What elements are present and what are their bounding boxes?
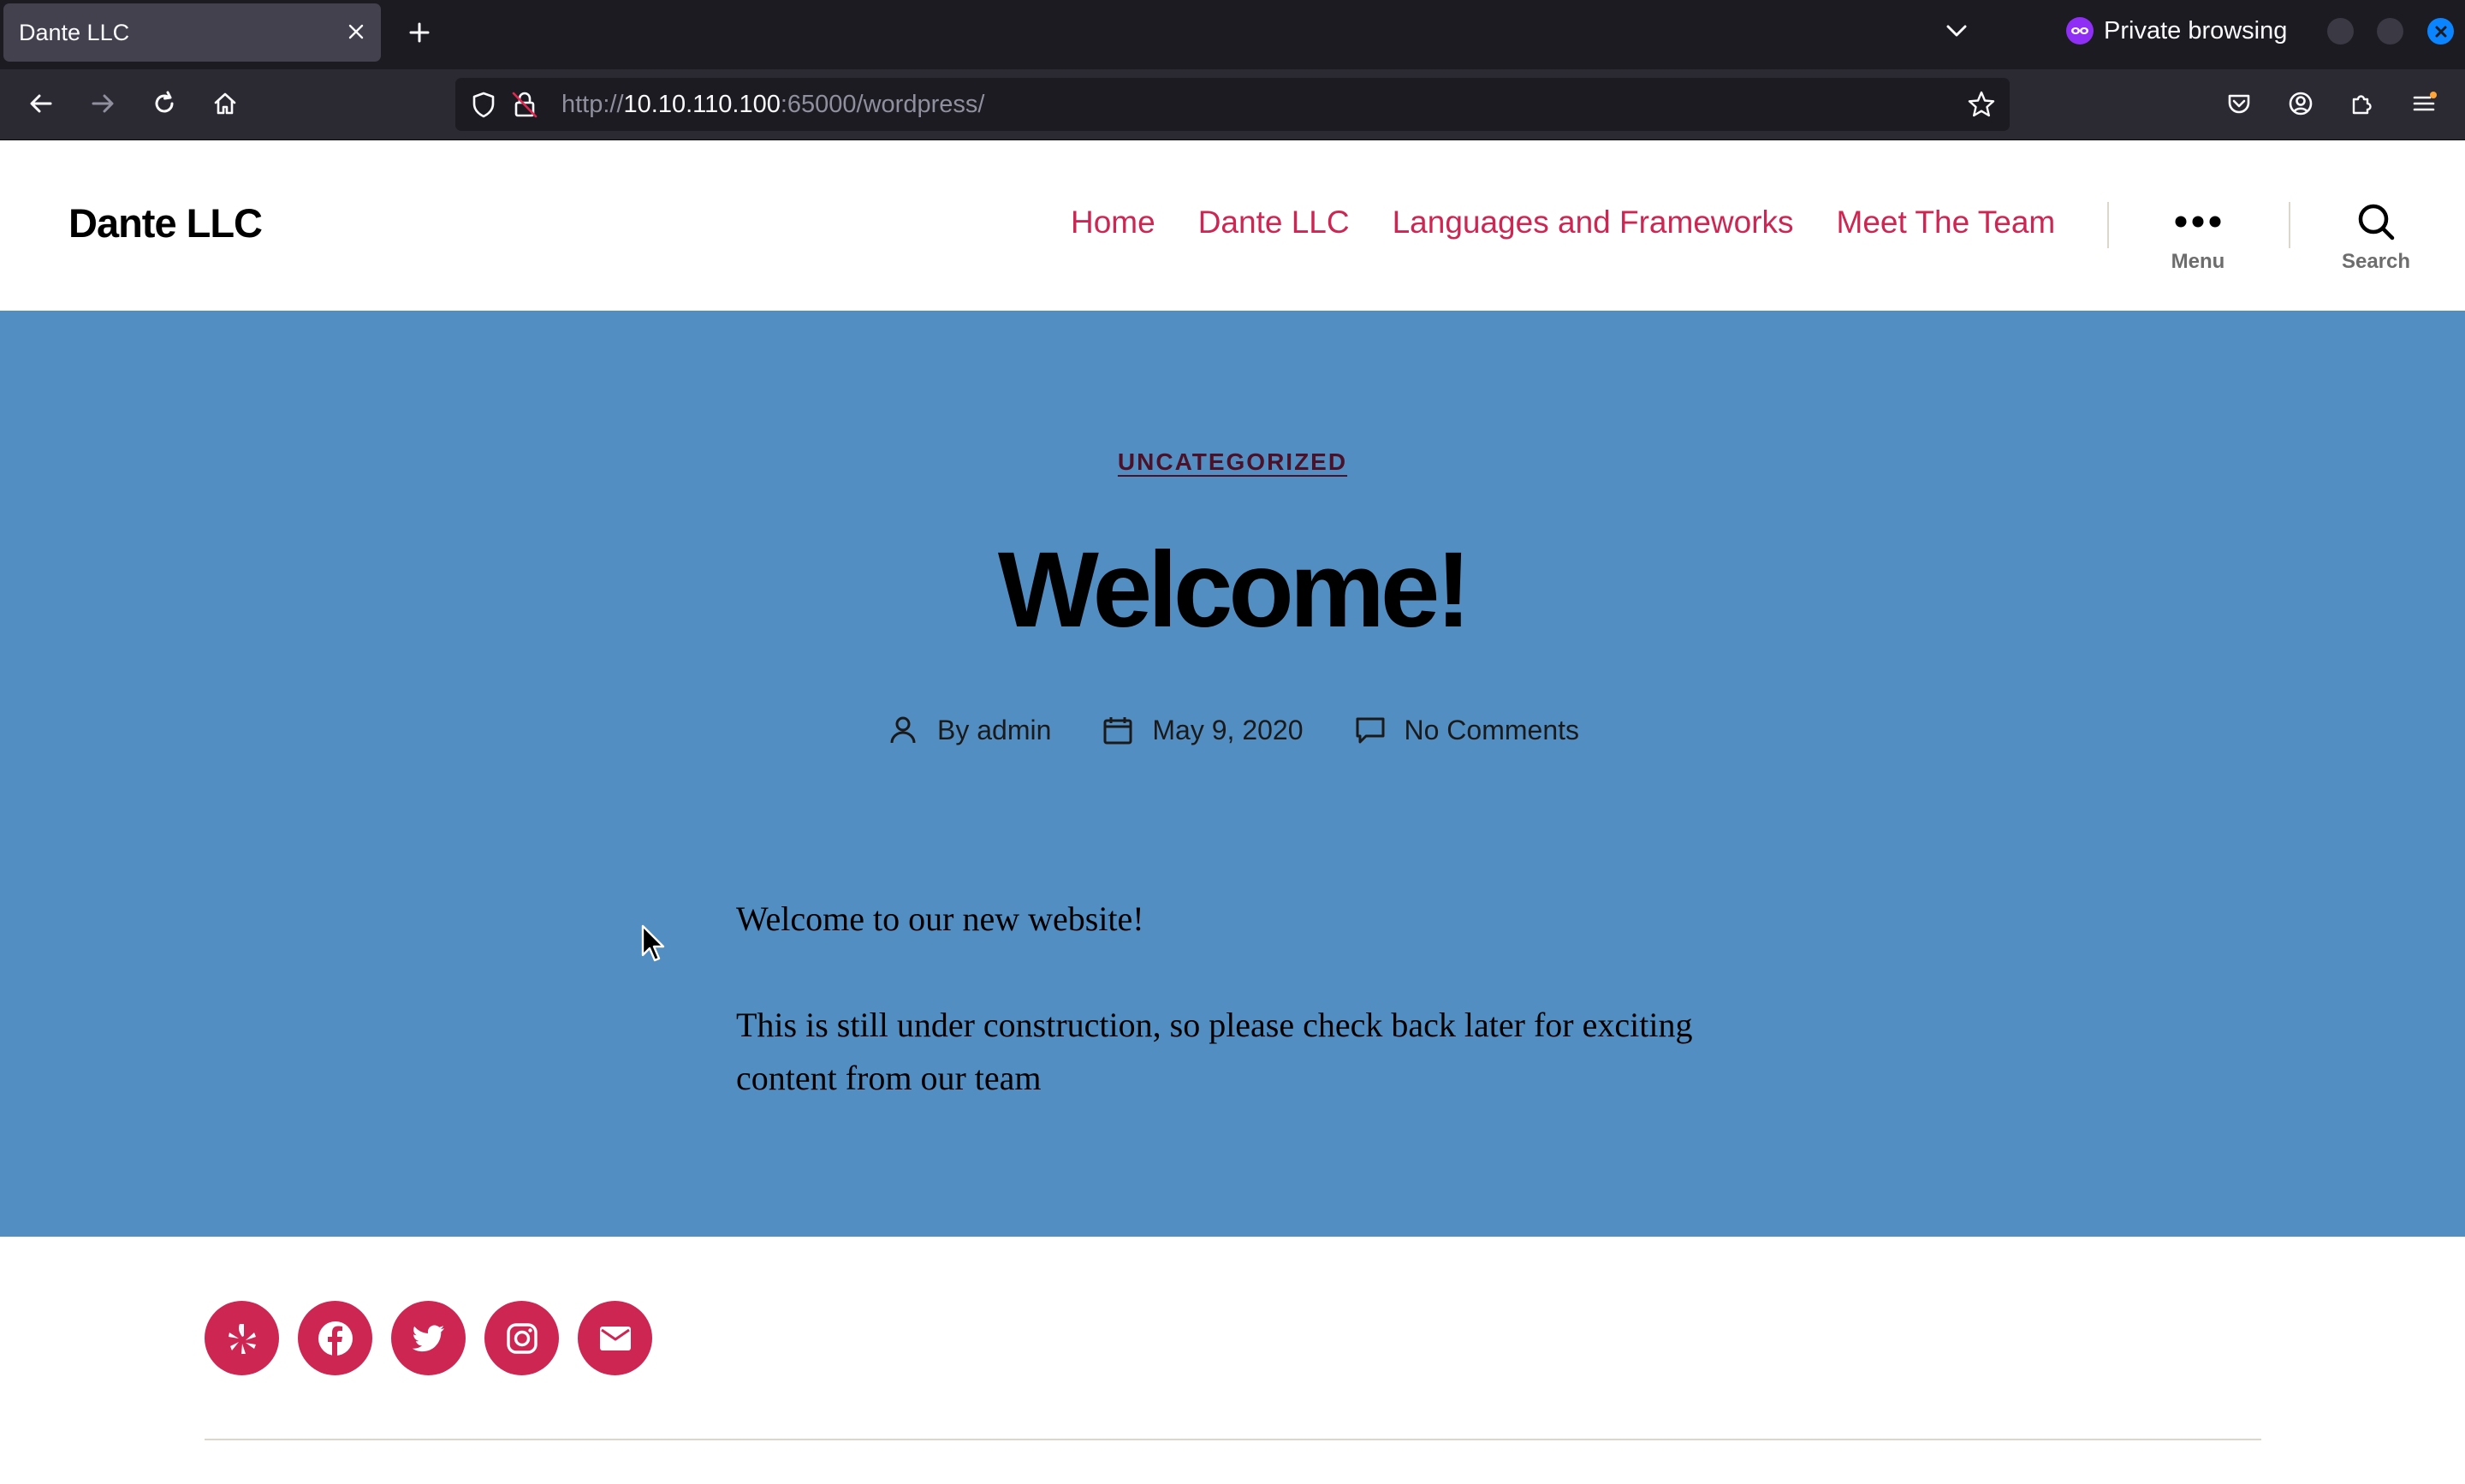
url-path: :65000/wordpress/ — [780, 91, 985, 118]
tracking-protection-shield-icon[interactable] — [467, 88, 500, 121]
ellipsis-icon — [2172, 199, 2224, 245]
browser-tab[interactable]: Dante LLC — [3, 3, 381, 62]
post-comments: No Comments — [1353, 713, 1580, 747]
private-browsing-label: Private browsing — [2104, 16, 2288, 45]
calendar-icon — [1101, 713, 1135, 747]
nav-link-home[interactable]: Home — [1071, 205, 1155, 240]
nav-link-dante-llc[interactable]: Dante LLC — [1198, 205, 1350, 240]
post-meta: By admin May 9, 2020 No Comments — [0, 713, 2465, 747]
chevron-down-icon[interactable] — [1941, 15, 1972, 46]
search-icon — [2350, 199, 2402, 245]
post-paragraph: This is still under construction, so ple… — [736, 1006, 1693, 1097]
url-scheme: http:// — [561, 91, 624, 118]
browser-toolbar: http://10.10.110.100:65000/wordpress/ — [0, 69, 2465, 140]
facebook-icon[interactable] — [298, 1301, 372, 1375]
new-tab-icon[interactable] — [402, 15, 437, 50]
comments-link[interactable]: No Comments — [1405, 715, 1580, 746]
post-paragraph: Welcome to our new website! — [736, 899, 1144, 938]
site-header: Dante LLC Home Dante LLC Languages and F… — [0, 140, 2465, 311]
close-icon — [2435, 26, 2446, 37]
browser-tab-bar: Dante LLC Private browsing — [0, 0, 2465, 69]
pocket-icon[interactable] — [2222, 86, 2256, 121]
private-mask-icon — [2066, 17, 2094, 45]
site-title-link[interactable]: Dante LLC — [68, 199, 263, 246]
comment-bubble-icon — [1353, 713, 1387, 747]
account-icon[interactable] — [2284, 86, 2318, 121]
mouse-cursor-icon — [641, 924, 665, 962]
search-label: Search — [2341, 250, 2411, 273]
web-page: Dante LLC Home Dante LLC Languages and F… — [0, 140, 2465, 1484]
extensions-puzzle-icon[interactable] — [2345, 86, 2379, 121]
yelp-icon[interactable] — [205, 1301, 279, 1375]
close-window-button[interactable] — [2427, 18, 2454, 45]
minimize-window-button[interactable] — [2327, 18, 2354, 45]
post-date: May 9, 2020 — [1101, 713, 1304, 747]
tab-title: Dante LLC — [19, 20, 130, 45]
author-link[interactable]: By admin — [937, 715, 1051, 746]
menu-label: Menu — [2171, 250, 2225, 273]
url-host: 10.10.110.100 — [623, 91, 781, 118]
post-author: By admin — [886, 713, 1051, 747]
back-arrow-icon[interactable] — [24, 86, 58, 121]
search-toggle-button[interactable]: Search — [2325, 199, 2427, 293]
post-title: Welcome! — [997, 531, 1471, 650]
reload-icon[interactable] — [147, 86, 181, 121]
post-header: UNCATEGORIZED Welcome! By admin May 9, 2… — [0, 311, 2465, 1237]
menu-toggle-button[interactable]: Menu — [2147, 199, 2249, 293]
header-divider — [2289, 202, 2290, 248]
url-bar[interactable]: http://10.10.110.100:65000/wordpress/ — [455, 78, 2010, 131]
primary-nav: Home Dante LLC Languages and Frameworks … — [1071, 205, 2055, 240]
bookmark-star-icon[interactable] — [1965, 88, 1998, 121]
nav-link-meet-the-team[interactable]: Meet The Team — [1837, 205, 2056, 240]
app-menu-icon[interactable] — [2407, 86, 2441, 121]
footer-divider — [205, 1439, 2261, 1440]
date-link[interactable]: May 9, 2020 — [1152, 715, 1303, 746]
header-divider — [2107, 202, 2109, 248]
url-text[interactable]: http://10.10.110.100:65000/wordpress/ — [561, 90, 984, 119]
category-link[interactable]: UNCATEGORIZED — [1118, 448, 1347, 475]
post-content: Welcome to our new website! This is stil… — [736, 893, 1729, 1105]
instagram-icon[interactable] — [484, 1301, 559, 1375]
forward-arrow-icon[interactable] — [86, 86, 120, 121]
person-icon — [886, 713, 920, 747]
maximize-window-button[interactable] — [2377, 18, 2403, 45]
social-menu — [205, 1301, 652, 1375]
nav-link-languages-frameworks[interactable]: Languages and Frameworks — [1393, 205, 1794, 240]
twitter-icon[interactable] — [391, 1301, 466, 1375]
private-browsing-indicator: Private browsing — [2066, 15, 2287, 47]
home-icon[interactable] — [208, 86, 242, 121]
mail-icon[interactable] — [578, 1301, 652, 1375]
post-category: UNCATEGORIZED — [0, 448, 2465, 476]
insecure-lock-icon[interactable] — [508, 88, 541, 121]
close-tab-icon[interactable] — [343, 19, 369, 45]
